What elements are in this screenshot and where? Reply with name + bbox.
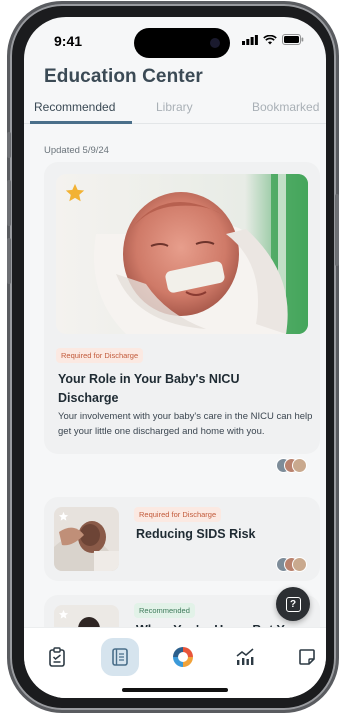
wifi-icon — [263, 34, 277, 44]
article-title: Your Role in Your Baby's NICU Discharge — [58, 372, 240, 405]
tab-library[interactable]: Library — [156, 100, 193, 114]
volume-down-button — [7, 238, 11, 284]
help-button[interactable]: ? — [276, 587, 310, 621]
growth-chart-icon — [236, 648, 254, 665]
tab-bookmarked[interactable]: Bookmarked — [252, 100, 319, 114]
book-icon — [112, 648, 128, 666]
battery-icon — [282, 34, 304, 45]
article-description: Your involvement with your baby's care i… — [58, 411, 313, 437]
nav-growth[interactable] — [226, 638, 264, 676]
article-card-featured[interactable]: Required for Discharge Your Role in Your… — [44, 162, 320, 473]
bookmark-star-icon[interactable] — [64, 182, 86, 204]
signal-icon — [242, 34, 258, 45]
home-indicator — [122, 688, 228, 692]
contributor-avatars — [276, 557, 310, 572]
power-button — [335, 194, 339, 266]
page-title: Education Center — [44, 66, 203, 87]
dynamic-island — [134, 28, 230, 58]
mute-switch — [7, 132, 11, 158]
contributor-avatars — [276, 458, 310, 473]
bookmark-star-icon[interactable] — [58, 511, 69, 522]
status-badge: Recommended — [134, 603, 195, 618]
nav-home[interactable] — [164, 638, 202, 676]
updated-date: Updated 5/9/24 — [44, 145, 109, 156]
app-screen: 9:41 Education Center Recommended Librar… — [24, 17, 326, 698]
status-icons — [242, 34, 304, 45]
question-icon: ? — [285, 596, 301, 612]
avatar — [292, 458, 307, 473]
nav-notes[interactable] — [288, 638, 326, 676]
article-hero-image — [56, 174, 308, 334]
active-tab-indicator — [30, 121, 132, 124]
volume-up-button — [7, 180, 11, 226]
nav-education[interactable] — [101, 638, 139, 676]
notes-icon — [299, 649, 315, 665]
status-time: 9:41 — [54, 33, 83, 49]
avatar — [292, 557, 307, 572]
tab-recommended[interactable]: Recommended — [34, 100, 115, 114]
bottom-nav — [24, 627, 326, 698]
ring-logo-icon — [173, 647, 193, 667]
bookmark-star-icon[interactable] — [58, 609, 69, 620]
tab-bar: Recommended Library Bookmarked — [24, 100, 326, 128]
clipboard-icon — [49, 647, 65, 667]
nav-clipboard[interactable] — [38, 638, 76, 676]
article-thumbnail — [54, 507, 119, 571]
article-title: Reducing SIDS Risk — [136, 527, 256, 541]
article-card[interactable]: Required for Discharge Reducing SIDS Ris… — [44, 497, 320, 581]
status-badge: Required for Discharge — [134, 507, 222, 522]
status-badge: Required for Discharge — [56, 348, 144, 363]
